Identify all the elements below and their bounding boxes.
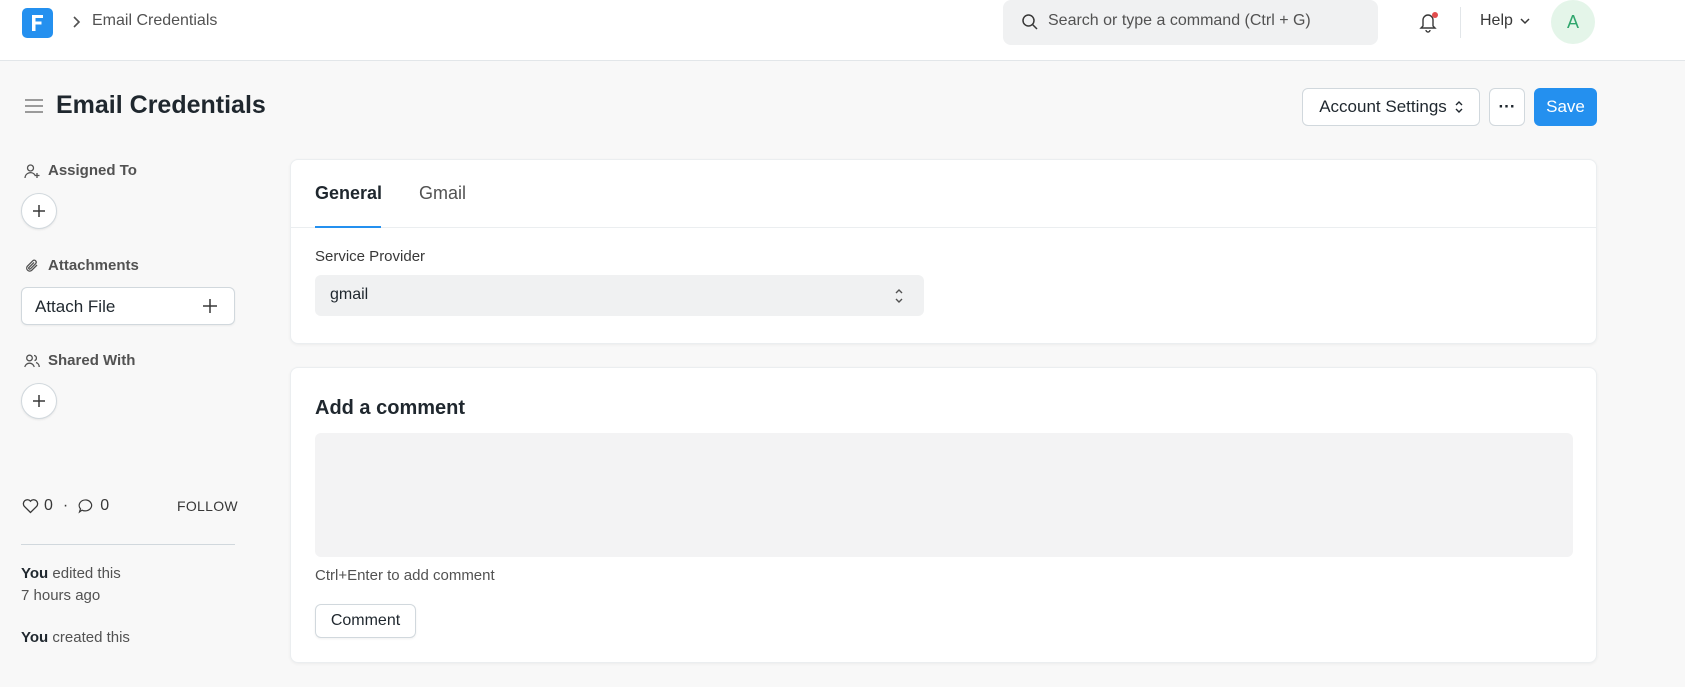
search-icon: [1021, 13, 1039, 31]
activity-item: You created this: [21, 627, 130, 649]
activity-time: 7 hours ago: [21, 587, 101, 604]
help-dropdown[interactable]: Help: [1480, 12, 1531, 30]
activity-action: created this: [52, 629, 130, 646]
assigned-to-label: Assigned To: [48, 162, 137, 179]
comment-bubble-icon: [78, 498, 95, 514]
select-arrows-icon: [1455, 100, 1463, 114]
activity-user: You: [21, 565, 49, 582]
service-provider-label: Service Provider: [315, 248, 426, 265]
users-icon: [24, 353, 40, 369]
sidebar-toggle-icon[interactable]: [24, 98, 44, 114]
tab-general[interactable]: General: [315, 183, 382, 204]
save-button[interactable]: Save: [1534, 88, 1597, 126]
comment-input[interactable]: [315, 433, 1573, 557]
comment-card: Add a comment Ctrl+Enter to add comment …: [290, 367, 1597, 663]
active-tab-indicator: [315, 226, 381, 228]
comments-count: 0: [100, 497, 110, 514]
help-label: Help: [1480, 12, 1513, 29]
attach-file-button[interactable]: Attach File: [21, 287, 235, 325]
follow-button[interactable]: FOLLOW: [177, 498, 238, 514]
search-placeholder: Search or type a command (Ctrl + G): [1048, 12, 1311, 29]
shared-with-label: Shared With: [48, 352, 136, 369]
comment-button[interactable]: Comment: [315, 604, 416, 638]
breadcrumb-email-credentials[interactable]: Email Credentials: [92, 12, 217, 30]
breadcrumb-chevron-icon: [70, 15, 82, 29]
select-arrows-icon: [894, 287, 904, 305]
shared-with-section: Shared With: [24, 352, 135, 369]
plus-icon: [32, 204, 46, 218]
search-bar[interactable]: Search or type a command (Ctrl + G): [1003, 0, 1378, 45]
avatar[interactable]: A: [1551, 0, 1595, 44]
comment-hint: Ctrl+Enter to add comment: [315, 567, 495, 584]
chevron-down-icon: [1519, 17, 1531, 25]
page-title: Email Credentials: [56, 91, 266, 119]
add-assignee-button[interactable]: [21, 193, 57, 229]
paperclip-icon: [24, 258, 40, 274]
account-settings-button[interactable]: Account Settings: [1302, 88, 1480, 126]
assigned-to-section: Assigned To: [24, 162, 137, 179]
engagement-stats: 0 · 0: [22, 497, 109, 515]
tab-gmail[interactable]: Gmail: [419, 183, 466, 204]
stats-separator: ·: [62, 497, 69, 514]
likes-count: 0: [44, 497, 53, 514]
attach-file-label: Attach File: [35, 297, 116, 316]
form-tabs: General Gmail: [291, 160, 1596, 228]
service-provider-select[interactable]: gmail: [315, 275, 924, 316]
heart-icon[interactable]: [22, 498, 39, 514]
attachments-label: Attachments: [48, 257, 139, 274]
service-provider-value: gmail: [330, 286, 369, 303]
add-user-icon: [24, 163, 40, 179]
notification-dot: [1432, 12, 1438, 18]
account-settings-label: Account Settings: [1319, 97, 1447, 116]
sidebar-divider: [21, 544, 235, 545]
activity-item: You edited this 7 hours ago: [21, 563, 121, 607]
app-logo-icon[interactable]: [22, 8, 53, 38]
top-navbar: Email Credentials Search or type a comma…: [0, 0, 1685, 61]
plus-icon: [32, 394, 46, 408]
activity-action: edited this: [52, 565, 121, 582]
comment-title: Add a comment: [315, 397, 466, 419]
activity-user: You: [21, 629, 49, 646]
more-actions-button[interactable]: ···: [1489, 88, 1525, 126]
add-share-button[interactable]: [21, 383, 57, 419]
plus-icon: [202, 298, 218, 314]
navbar-divider: [1460, 7, 1461, 38]
attachments-section: Attachments: [24, 257, 139, 274]
form-card: General Gmail Service Provider gmail: [290, 159, 1597, 344]
